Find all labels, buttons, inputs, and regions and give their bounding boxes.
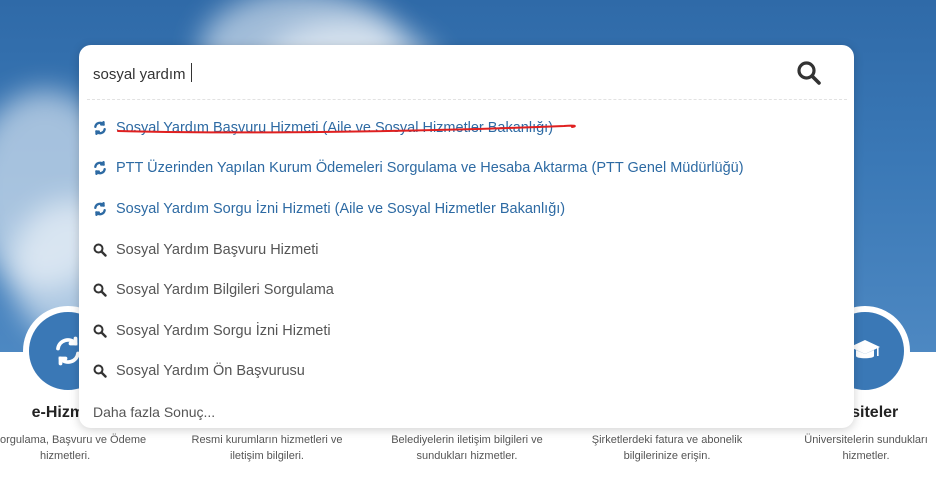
refresh-icon (93, 161, 107, 175)
refresh-icon (93, 121, 107, 135)
suggestion-query[interactable]: Sosyal Yardım Sorgu İzni Hizmeti (93, 320, 331, 342)
suggestion-service[interactable]: Sosyal Yardım Sorgu İzni Hizmeti (Aile v… (93, 198, 565, 220)
text-caret (191, 63, 192, 82)
refresh-icon (93, 202, 107, 216)
suggestion-label: Sosyal Yardım Sorgu İzni Hizmeti (116, 323, 331, 339)
search-panel: Sosyal Yardım Başvuru Hizmeti (Aile ve S… (79, 45, 854, 428)
suggestion-label: Sosyal Yardım Başvuru Hizmeti (Aile ve S… (116, 120, 554, 136)
suggestion-service[interactable]: Sosyal Yardım Başvuru Hizmeti (Aile ve S… (93, 117, 553, 139)
search-button[interactable] (791, 57, 827, 89)
divider (87, 99, 847, 100)
suggestion-label: PTT Üzerinden Yapılan Kurum Ödemeleri So… (116, 160, 744, 176)
card-desc: Resmi kurumların hizmetleri ve iletişim … (191, 434, 343, 462)
suggestion-label: Sosyal Yardım Başvuru Hizmeti (116, 242, 319, 258)
search-icon (93, 283, 107, 297)
card-desc: Belediyelerin iletişim bilgileri ve sund… (391, 434, 543, 462)
suggestion-label: Sosyal Yardım Sorgu İzni Hizmeti (Aile v… (116, 201, 566, 217)
card-desc: Üniversitelerin sundukları hizmetler. (804, 434, 928, 462)
suggestion-query[interactable]: Sosyal Yardım Başvuru Hizmeti (93, 239, 319, 261)
more-results-link[interactable]: Daha fazla Sonuç... (93, 401, 215, 423)
suggestion-query[interactable]: Sosyal Yardım Ön Başvurusu (93, 360, 305, 382)
search-icon (797, 61, 821, 85)
card-desc: Şirketlerdeki fatura ve abonelik bilgile… (591, 434, 743, 462)
card-desc: orgulama, Başvuru ve Ödeme hizmetleri. (0, 434, 147, 462)
search-icon (93, 324, 107, 338)
suggestion-label: Sosyal Yardım Bilgileri Sorgulama (116, 282, 334, 298)
suggestion-query[interactable]: Sosyal Yardım Bilgileri Sorgulama (93, 279, 334, 301)
search-icon (93, 364, 107, 378)
search-icon (93, 243, 107, 257)
search-input[interactable] (93, 63, 773, 85)
suggestion-service[interactable]: PTT Üzerinden Yapılan Kurum Ödemeleri So… (93, 157, 744, 179)
suggestion-label: Sosyal Yardım Ön Başvurusu (116, 363, 305, 379)
